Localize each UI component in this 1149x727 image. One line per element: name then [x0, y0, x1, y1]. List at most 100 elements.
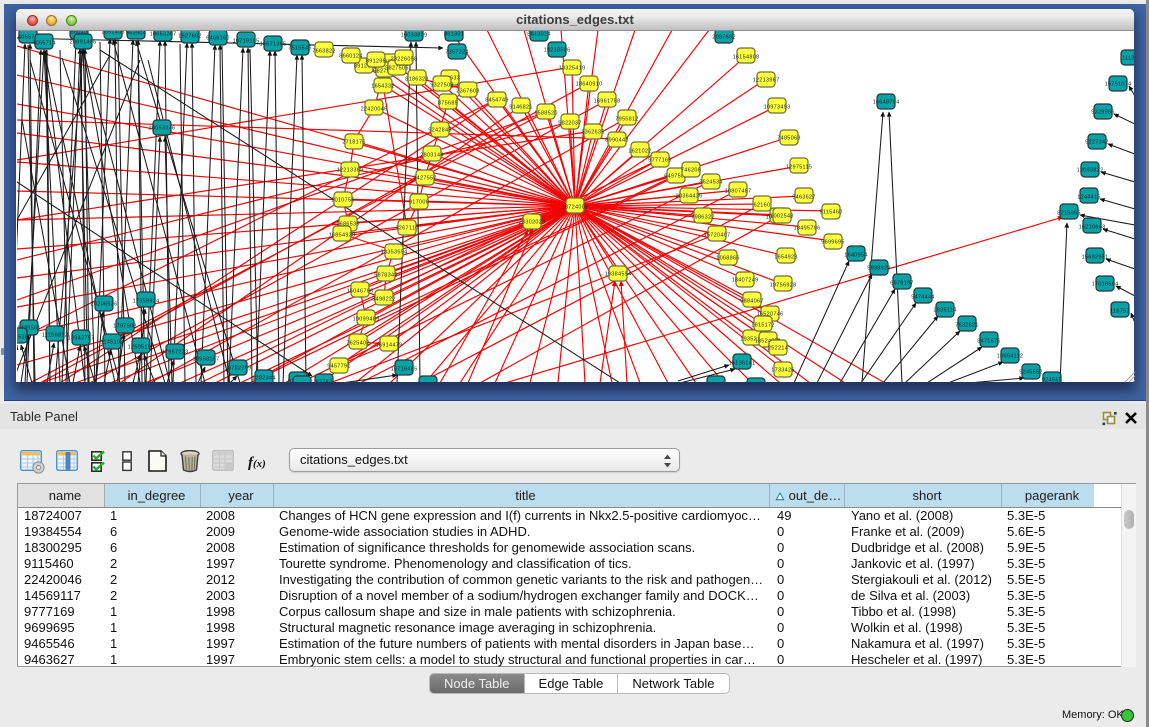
svg-text:5822037: 5822037 [558, 121, 582, 127]
svg-text:1654332: 1654332 [371, 84, 395, 90]
svg-text:391536: 391536 [17, 335, 28, 341]
svg-text:8186328: 8186328 [405, 77, 429, 83]
svg-text:17957223: 17957223 [162, 350, 189, 356]
svg-text:9115460: 9115460 [819, 210, 842, 216]
svg-text:7632621: 7632621 [955, 323, 979, 329]
svg-text:4055714: 4055714 [32, 41, 56, 47]
svg-text:23226058: 23226058 [391, 57, 418, 63]
svg-text:15046766: 15046766 [347, 289, 374, 295]
svg-text:9827505: 9827505 [385, 66, 409, 72]
svg-text:16961758: 16961758 [594, 99, 621, 105]
svg-text:15692951: 15692951 [1082, 255, 1109, 261]
svg-text:17359924: 17359924 [133, 299, 160, 305]
svg-text:1244415: 1244415 [1077, 195, 1101, 201]
svg-text:1010755: 1010755 [331, 198, 355, 204]
svg-text:13353594: 13353594 [381, 250, 408, 256]
svg-text:18495796: 18495796 [794, 226, 821, 232]
svg-text:2935114: 2935114 [933, 308, 956, 314]
svg-text:7625402: 7625402 [346, 341, 370, 347]
svg-text:10719185: 10719185 [233, 39, 260, 45]
svg-text:8660124: 8660124 [339, 54, 363, 60]
svg-text:5878342: 5878342 [374, 273, 398, 279]
svg-text:12975115: 12975115 [786, 165, 812, 171]
svg-text:16210643: 16210643 [1079, 225, 1106, 231]
svg-text:12093822: 12093822 [1077, 168, 1104, 174]
svg-text:9457791: 9457791 [327, 364, 351, 370]
svg-text:16914479: 16914479 [376, 343, 403, 349]
svg-text:9463627: 9463627 [792, 195, 816, 201]
svg-text:22420046: 22420046 [361, 107, 388, 113]
svg-text:16854938: 16854938 [329, 233, 356, 239]
svg-text:10958167: 10958167 [193, 357, 220, 363]
svg-text:9227342: 9227342 [1085, 140, 1109, 146]
svg-text:891295: 891295 [366, 59, 386, 65]
svg-text:7485063: 7485063 [777, 136, 801, 142]
svg-text:9327508: 9327508 [430, 83, 454, 89]
svg-text:11156812: 11156812 [42, 333, 68, 339]
svg-text:3267110: 3267110 [395, 226, 418, 232]
svg-text:3498222: 3498222 [372, 297, 396, 303]
svg-text:20891406: 20891406 [70, 40, 97, 46]
svg-text:12505195: 12505195 [128, 345, 155, 351]
svg-text:23302023: 23302023 [519, 220, 546, 226]
svg-text:2718176: 2718176 [342, 140, 366, 146]
svg-text:252214: 252214 [768, 346, 788, 352]
svg-text:17016504: 17016504 [1092, 282, 1119, 288]
svg-text:f(x): f(x) [248, 455, 266, 471]
svg-text:1621022: 1621022 [628, 149, 652, 155]
svg-text:15720407: 15720407 [704, 233, 731, 239]
svg-text:746206: 746206 [681, 168, 701, 174]
svg-text:10653267: 10653267 [150, 32, 177, 38]
svg-text:8215955: 8215955 [1057, 211, 1081, 217]
svg-text:18407249: 18407249 [732, 278, 759, 284]
svg-text:917006: 917006 [409, 200, 429, 206]
svg-text:9146821: 9146821 [509, 105, 533, 111]
svg-text:8454749: 8454749 [485, 98, 509, 104]
svg-text:881301: 881301 [444, 32, 464, 38]
svg-text:1527602: 1527602 [178, 34, 202, 40]
svg-text:8990443: 8990443 [605, 138, 629, 144]
svg-text:1145193: 1145193 [100, 340, 123, 346]
svg-text:16648794: 16648794 [873, 100, 900, 106]
svg-text:12213967: 12213967 [753, 78, 780, 84]
svg-text:924565: 924565 [1042, 378, 1062, 383]
svg-text:8471676: 8471676 [977, 339, 1001, 345]
svg-text:12213369: 12213369 [337, 168, 364, 174]
svg-text:2087682: 2087682 [712, 35, 736, 41]
svg-text:1002543: 1002543 [770, 214, 794, 220]
svg-text:15751074: 15751074 [1105, 82, 1132, 88]
svg-text:20364436: 20364436 [676, 194, 703, 200]
svg-text:7663822: 7663822 [312, 49, 336, 55]
svg-text:10973493: 10973493 [764, 105, 791, 111]
svg-text:875685: 875685 [438, 101, 458, 107]
svg-text:1640954: 1640954 [844, 253, 868, 259]
svg-text:18640910: 18640910 [576, 82, 603, 88]
svg-text:6879197: 6879197 [890, 281, 914, 287]
svg-text:2367608: 2367608 [456, 89, 480, 95]
svg-text:1615172: 1615172 [751, 323, 775, 329]
svg-text:9245652: 9245652 [1019, 370, 1043, 376]
svg-text:1654923: 1654923 [774, 255, 798, 261]
svg-text:15136141: 15136141 [729, 361, 756, 367]
svg-text:963904: 963904 [126, 31, 146, 37]
svg-text:10807487: 10807487 [725, 189, 752, 195]
svg-text:7955812: 7955812 [615, 117, 639, 123]
svg-text:6466160: 6466160 [206, 36, 230, 42]
svg-text:1588520: 1588520 [534, 111, 558, 117]
svg-text:9427552: 9427552 [413, 176, 437, 182]
svg-text:19384554: 19384554 [605, 272, 632, 278]
svg-text:16033809: 16033809 [401, 33, 428, 39]
svg-text:3624534: 3624534 [699, 180, 723, 186]
svg-text:1733426: 1733426 [771, 368, 795, 374]
svg-text:82763: 82763 [316, 380, 333, 383]
svg-text:2803144: 2803144 [420, 153, 444, 159]
svg-text:9242848: 9242848 [428, 128, 452, 134]
svg-text:9474444: 9474444 [911, 295, 935, 301]
svg-text:19756928: 19756928 [770, 283, 797, 289]
svg-text:19218506: 19218506 [544, 48, 571, 54]
svg-text:62160: 62160 [754, 203, 771, 209]
svg-text:13325419: 13325419 [559, 66, 586, 72]
svg-text:8813014: 8813014 [527, 32, 551, 38]
svg-text:20053346: 20053346 [149, 126, 176, 132]
svg-text:9329966: 9329966 [1091, 110, 1115, 116]
